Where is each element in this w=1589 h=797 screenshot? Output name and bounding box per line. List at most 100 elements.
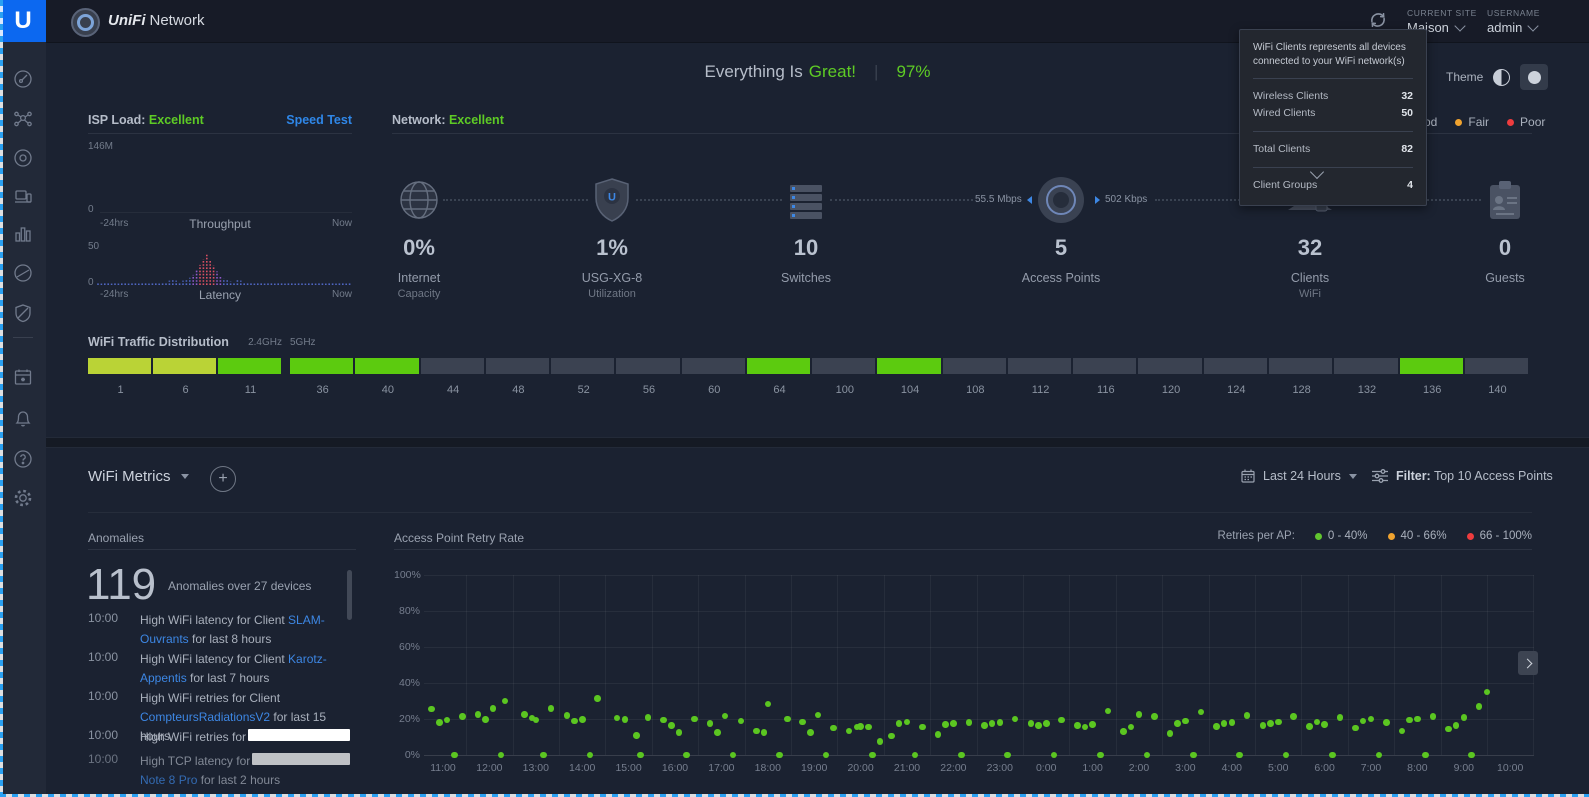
anomaly-client-link[interactable]: SLAM-Ouvrants (140, 613, 325, 646)
gridline-v (1487, 575, 1488, 755)
sidebar-item-insights[interactable] (12, 262, 34, 284)
retry-data-point (475, 711, 482, 718)
channel-label-104: 104 (877, 384, 942, 396)
filter-control[interactable]: Filter: Top 10 Access Points (1372, 469, 1553, 483)
sidebar-item-threat-management[interactable] (12, 302, 34, 324)
retry-chart-title: Access Point Retry Rate (394, 531, 524, 545)
channel-label-11: 11 (218, 384, 283, 396)
gridline-v (977, 575, 978, 755)
channel-segment-64 (747, 358, 812, 374)
gridline-v (466, 575, 467, 755)
retry-data-point (1229, 719, 1236, 726)
gridline-v (1301, 575, 1302, 755)
anomaly-client-link[interactable]: CompteursRadiationsV2 (140, 710, 270, 724)
channel-segment-136 (1400, 358, 1465, 374)
gateway-shield-icon[interactable]: U (590, 176, 634, 224)
sidebar-item-help[interactable] (12, 448, 34, 470)
retry-data-point (1383, 719, 1390, 726)
anomaly-row: 10:00High TCP latency for Client Note 8 … (88, 752, 352, 792)
retry-data-point (1120, 728, 1127, 735)
access-point-icon[interactable] (1036, 175, 1086, 225)
sidebar-item-topology[interactable] (12, 108, 34, 130)
anomalies-summary: Anomalies over 27 devices (168, 579, 311, 593)
retry-data-point (942, 721, 949, 728)
retry-chart-divider (394, 549, 1532, 550)
anomaly-client-link[interactable]: Karotz-Appentis (140, 652, 327, 685)
sidebar-item-settings[interactable] (12, 487, 34, 509)
next-chart-button[interactable] (1518, 651, 1538, 675)
retry-data-point (1174, 720, 1181, 727)
retry-data-point (1352, 725, 1359, 732)
tooltip-line1: WiFi Clients represents all devices (1253, 42, 1406, 53)
retry-data-point (1221, 720, 1228, 727)
time-range-dropdown[interactable]: Last 24 Hours (1241, 469, 1357, 483)
gridline-v (1348, 575, 1349, 755)
anomaly-row: 10:00High WiFi latency for Client SLAM-O… (88, 611, 352, 651)
caret-down-icon (1349, 474, 1357, 479)
tooltip-groups-row: Client Groups4 (1253, 177, 1413, 194)
x-axis-tick: 11:00 (421, 762, 465, 774)
anomaly-time: 10:00 (88, 752, 118, 766)
y-axis-tick: 60% (394, 641, 420, 653)
theme-dark-icon (1528, 71, 1541, 84)
retry-data-point (1198, 709, 1205, 716)
filter-sliders-icon (1372, 469, 1388, 483)
caret-down-icon (181, 474, 189, 479)
theme-light-icon[interactable] (1493, 69, 1510, 86)
ubiquiti-logo[interactable]: U (0, 0, 46, 42)
retry-data-point (1406, 717, 1413, 724)
x-axis-tick: 15:00 (607, 762, 651, 774)
retry-data-point (1484, 689, 1491, 696)
retry-data-point (428, 706, 435, 713)
anomaly-client-link[interactable]: Note 8 Pro (140, 773, 197, 787)
gridline-v (1209, 575, 1210, 755)
retry-data-point (799, 719, 806, 726)
user-menu[interactable]: USERNAME admin (1487, 8, 1540, 35)
channel-label-136: 136 (1400, 384, 1465, 396)
x-axis-tick: 14:00 (560, 762, 604, 774)
theme-label: Theme (1446, 70, 1483, 84)
wifi-traffic-title: WiFi Traffic Distribution (88, 335, 229, 349)
guests-icon[interactable] (1483, 178, 1527, 224)
retry-data-point (966, 719, 973, 726)
sidebar-item-clients[interactable] (12, 185, 34, 207)
internet-value: 0% (379, 235, 459, 261)
sidebar-item-devices[interactable] (12, 147, 34, 169)
anomaly-time: 10:00 (88, 650, 118, 664)
sidebar-item-alerts[interactable] (12, 407, 34, 429)
x-axis-tick: 13:00 (514, 762, 558, 774)
x-axis-tick: 16:00 (653, 762, 697, 774)
legend-dot-icon (1467, 533, 1474, 540)
refresh-icon[interactable] (1367, 9, 1389, 31)
theme-dark-toggle[interactable] (1520, 64, 1548, 90)
retry-data-point (1414, 716, 1421, 723)
section-divider (46, 437, 1589, 448)
retry-data-point (1260, 722, 1267, 729)
tooltip-row-value: 82 (1401, 141, 1413, 158)
speed-test-link[interactable]: Speed Test (252, 113, 352, 127)
latency-chart (96, 246, 352, 286)
sidebar-item-events[interactable] (12, 366, 34, 388)
tooltip-divider (1253, 131, 1413, 132)
wifi-metrics-dropdown[interactable]: WiFi Metrics (88, 468, 189, 485)
chevron-down-icon (1454, 20, 1465, 31)
retry-data-point (869, 752, 876, 759)
internet-globe-icon[interactable] (397, 178, 441, 222)
channel-label-1: 1 (88, 384, 153, 396)
retry-data-point (896, 720, 903, 727)
sidebar-item-statistics[interactable] (12, 223, 34, 245)
anomalies-title: Anomalies (88, 531, 144, 545)
retry-data-point (1236, 752, 1243, 759)
username-label: USERNAME (1487, 8, 1540, 18)
anomaly-text: High WiFi latency for Client Karotz-Appe… (140, 650, 352, 688)
tooltip-line2: connected to your WiFi network(s) (1253, 56, 1405, 67)
retry-data-point (521, 711, 528, 718)
band-24ghz-label: 2.4GHz (242, 337, 282, 348)
network-status: Excellent (449, 113, 504, 127)
channel-segment-124 (1204, 358, 1269, 374)
switches-icon[interactable] (784, 178, 828, 222)
x-axis-tick: 12:00 (467, 762, 511, 774)
add-metric-button[interactable]: + (210, 466, 236, 492)
sidebar-item-dashboard[interactable] (12, 68, 34, 90)
y-axis-tick: 0% (394, 749, 420, 761)
